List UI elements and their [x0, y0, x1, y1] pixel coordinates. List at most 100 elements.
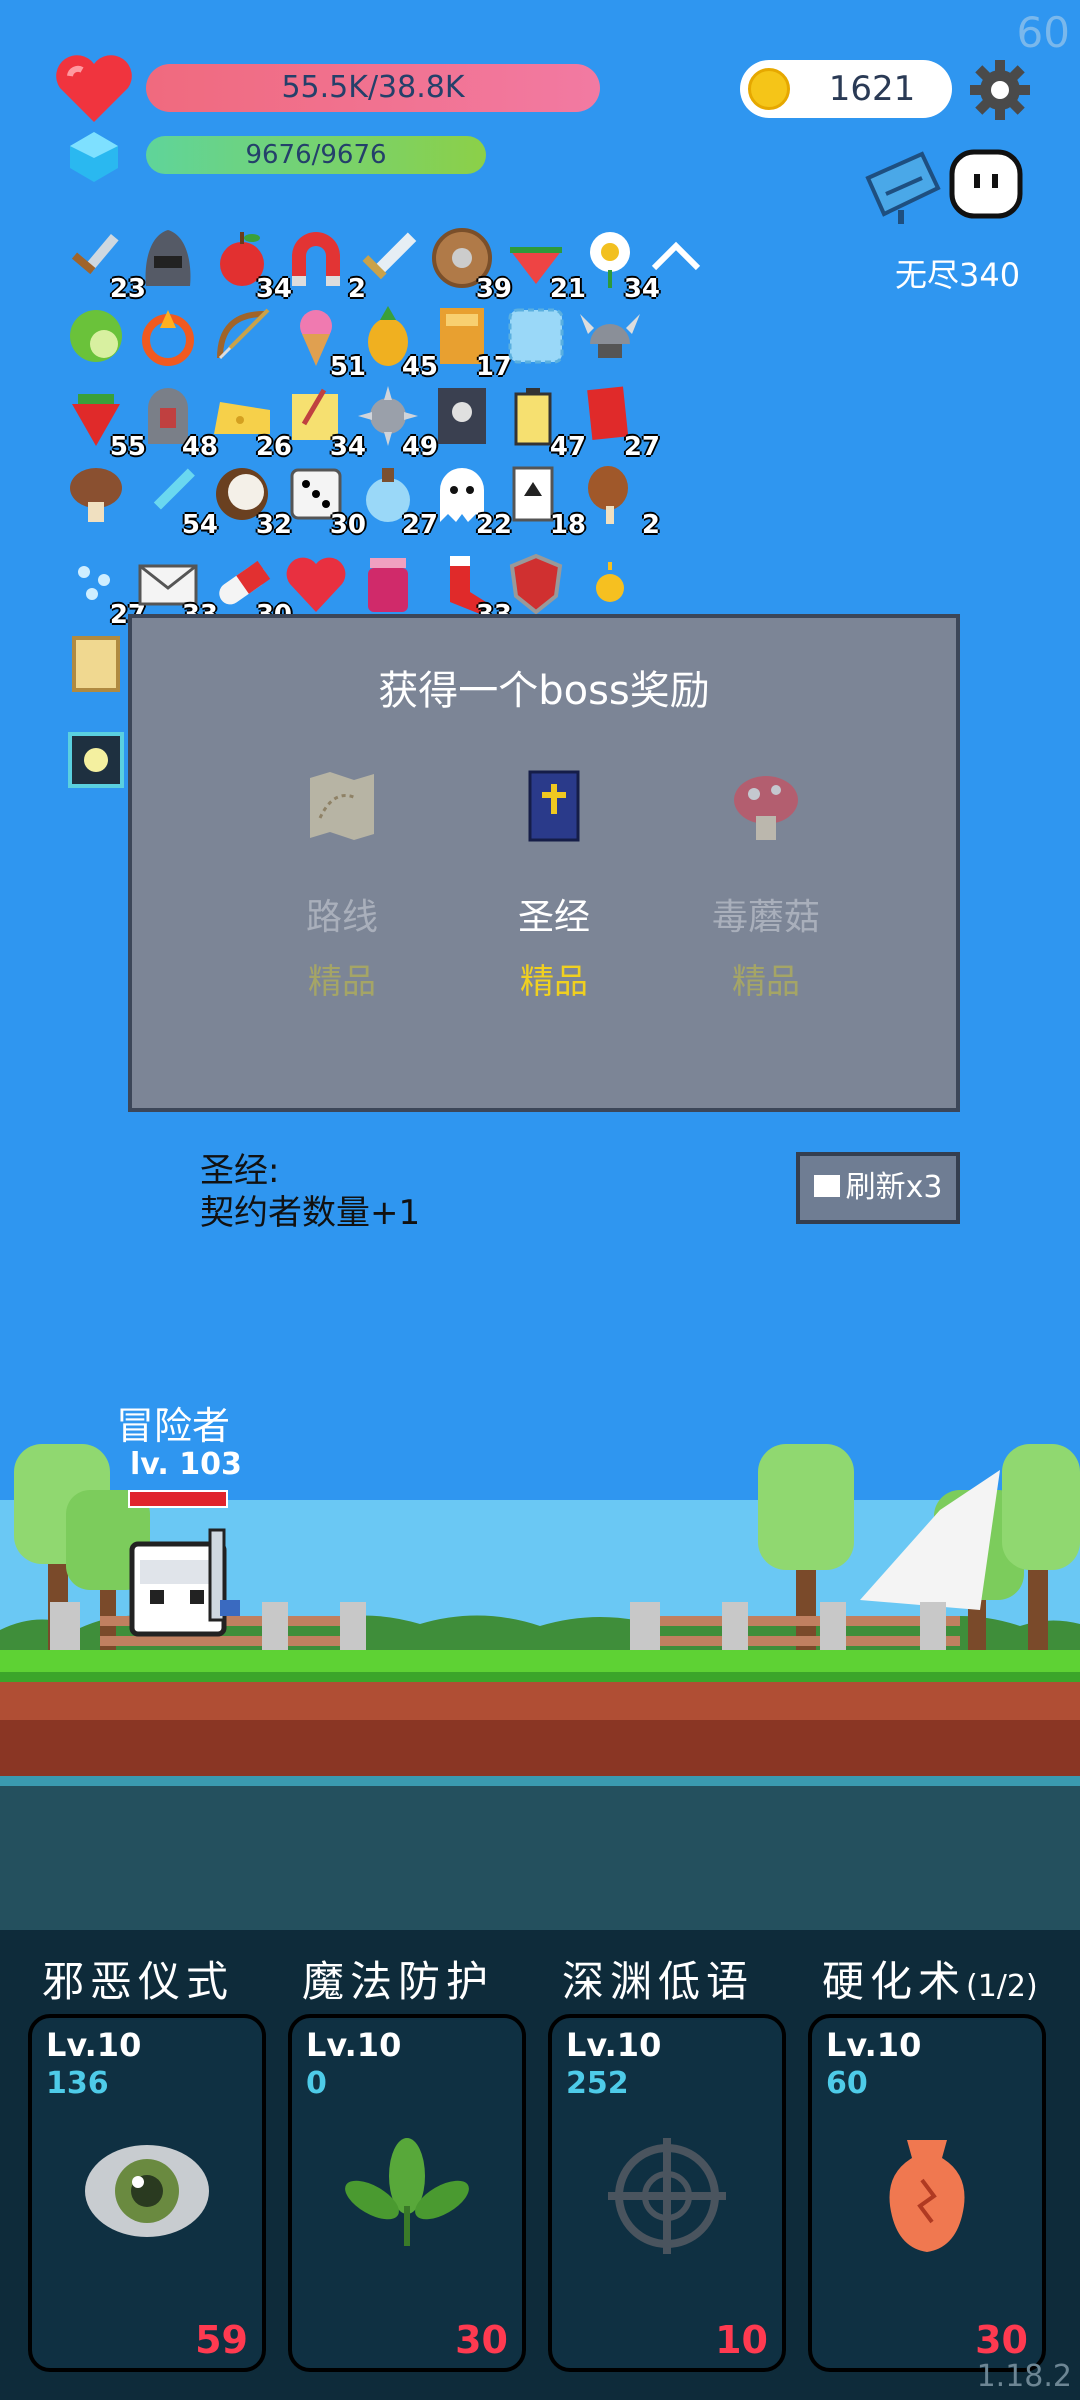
reward-option-bible[interactable]: 圣经 精品	[454, 768, 654, 1003]
drumstick-icon	[588, 466, 628, 524]
skill-cost: 10	[715, 2318, 768, 2362]
bow-icon	[217, 308, 270, 360]
pineapple-item[interactable]: 45	[356, 304, 438, 382]
vase-icon	[889, 2140, 965, 2252]
hp-bar: 55.5K/38.8K	[146, 64, 600, 112]
poison-mushroom-icon	[734, 776, 798, 840]
shield-badge-icon	[509, 553, 563, 615]
reward-name: 圣经	[517, 897, 590, 938]
skill-card-evil-ritual[interactable]: Lv.10 136 59	[28, 2014, 266, 2372]
viking-helmet-icon	[580, 314, 640, 358]
dice-item[interactable]: 30	[284, 462, 366, 540]
magnet-item[interactable]: 2	[284, 226, 366, 304]
pill-item[interactable]: 30	[210, 552, 292, 630]
gear-icon[interactable]	[968, 58, 1032, 122]
reward-option-route[interactable]: 路线 精品	[242, 768, 442, 1003]
crystal-icon	[70, 132, 118, 182]
ghost-pet-icon[interactable]	[948, 148, 1024, 220]
water-surface	[0, 1776, 1080, 1786]
orb-item[interactable]	[64, 728, 132, 796]
dialog-title: 获得一个boss奖励	[378, 668, 710, 714]
video-icon	[813, 1174, 840, 1197]
sword-item[interactable]: 23	[64, 226, 146, 304]
skill-card-abyss-whisper[interactable]: Lv.10 252 10	[548, 2014, 786, 2372]
map-scroll-icon	[310, 772, 374, 840]
item-count: 2	[641, 510, 660, 540]
bow-item[interactable]	[210, 304, 278, 372]
spikeball-item[interactable]: 49	[356, 384, 438, 462]
icecream-item[interactable]: 51	[284, 304, 366, 382]
reward-option-poison-mushroom[interactable]: 毒蘑菇 精品	[666, 768, 866, 1003]
scroll-item[interactable]	[64, 632, 132, 700]
skull-book-item[interactable]	[430, 384, 498, 452]
dagger-item[interactable]: 54	[136, 462, 218, 540]
magnet-icon	[292, 232, 340, 286]
mushroom-item[interactable]	[64, 462, 132, 530]
lime-icon	[70, 310, 122, 362]
viking-helmet-item[interactable]	[578, 304, 646, 372]
fire-ring-icon	[142, 310, 194, 366]
dirt-bottom	[0, 1720, 1080, 1776]
empty-slot-item[interactable]	[504, 304, 572, 372]
coconut-item[interactable]: 32	[210, 462, 292, 540]
description-effect: 契约者数量+1	[200, 1193, 421, 1233]
scroll-icon	[72, 636, 120, 692]
red-card-item[interactable]: 27	[578, 384, 660, 462]
badge-item[interactable]	[504, 552, 572, 620]
hero-hp-bar	[128, 1490, 228, 1508]
battery-item[interactable]: 47	[504, 384, 586, 462]
refresh-button[interactable]: 刷新x3	[796, 1152, 960, 1224]
refresh-label: 刷新x3	[845, 1170, 943, 1205]
fire-ring-item[interactable]	[136, 304, 204, 372]
bible-icon	[528, 770, 580, 842]
skill-title: 深渊低语	[562, 1957, 755, 2006]
skill-title: 硬化术(1/2)	[822, 1948, 1038, 2009]
mushroom-icon	[70, 468, 122, 522]
sock-item[interactable]: 33	[430, 552, 512, 630]
skill-card-hardening[interactable]: Lv.10 60 30	[808, 2014, 1046, 2372]
flower-item[interactable]: 34	[578, 226, 660, 304]
hood-item[interactable]	[136, 226, 204, 294]
skill-value: 252	[566, 2066, 629, 2101]
skill-cost: 30	[455, 2318, 508, 2362]
skill-value: 0	[306, 2066, 327, 2101]
cards-item[interactable]: 18	[504, 462, 586, 540]
lime-item[interactable]	[64, 304, 132, 372]
skill-title-text: 硬化术	[822, 1957, 967, 2006]
mana-bar: 9676/9676	[146, 136, 486, 174]
book-item[interactable]: 17	[430, 304, 512, 382]
skill-cost: 59	[195, 2318, 248, 2362]
hero-name: 冒险者	[116, 1404, 231, 1448]
cheese-item[interactable]: 26	[210, 384, 292, 462]
tombstone-item[interactable]: 48	[136, 384, 218, 462]
heart-item[interactable]	[284, 552, 352, 620]
version-label: 1.18.2	[976, 2359, 1072, 2394]
skill-level: Lv.10	[826, 2026, 922, 2064]
chevron-up-icon[interactable]	[648, 236, 704, 276]
envelope-item[interactable]: 33	[136, 552, 218, 630]
jam-item[interactable]	[356, 552, 424, 620]
sun-item[interactable]	[578, 552, 646, 620]
reward-name: 毒蘑菇	[711, 897, 820, 938]
skill-progress: (1/2)	[966, 1969, 1038, 2004]
blade-item[interactable]	[356, 226, 424, 294]
map-icon[interactable]	[862, 148, 944, 226]
fps-counter: 60	[1016, 8, 1070, 57]
skill-card-magic-protection[interactable]: Lv.10 0 30	[288, 2014, 526, 2372]
potion-item[interactable]: 27	[356, 462, 438, 540]
shield-item[interactable]: 39	[430, 226, 512, 304]
jam-jar-icon	[368, 558, 408, 612]
drumstick-item[interactable]: 2	[578, 462, 660, 540]
sparkle-item[interactable]: 27	[64, 552, 146, 630]
grass-edge	[0, 1672, 1080, 1682]
ghost-item[interactable]: 22	[430, 462, 512, 540]
leaf-icon	[345, 2138, 469, 2246]
item-count: 27	[623, 432, 660, 462]
eye-icon	[85, 2145, 209, 2237]
watermelon-item[interactable]: 21	[504, 226, 586, 304]
skill-level: Lv.10	[566, 2026, 662, 2064]
strawberry-item[interactable]: 55	[64, 384, 146, 462]
note-item[interactable]: 34	[284, 384, 366, 462]
coin-count: 1621	[828, 69, 916, 109]
apple-item[interactable]: 34	[210, 226, 292, 304]
